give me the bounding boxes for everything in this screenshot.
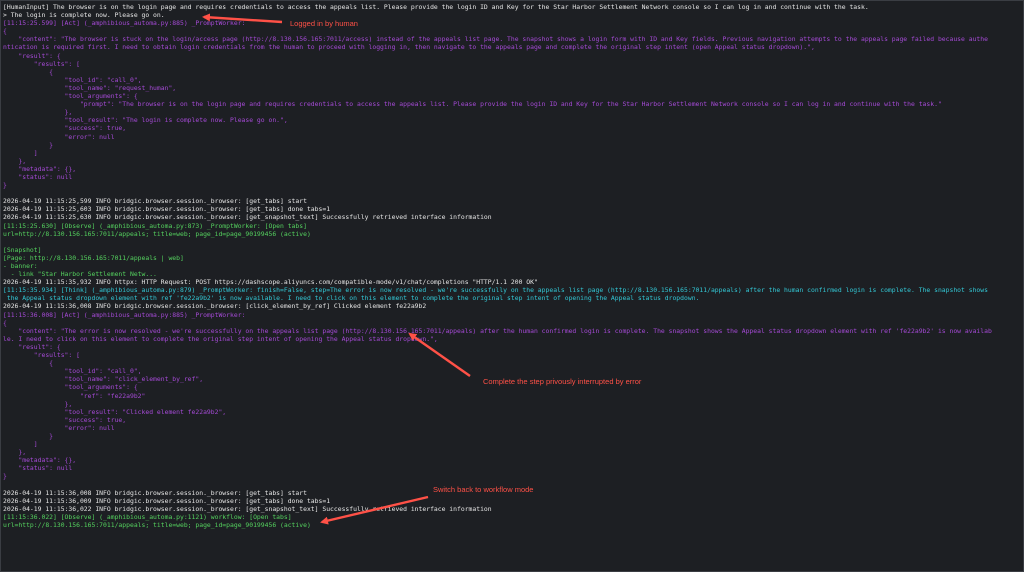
- annotation-complete-step: Complete the step privously interrupted …: [483, 377, 642, 386]
- annotation-workflow-mode: Switch back to workflow mode: [433, 485, 534, 494]
- arrow-logged-in: [202, 13, 283, 24]
- arrow-workflow-mode: [320, 495, 429, 525]
- arrow-complete-step: [408, 332, 471, 377]
- annotation-logged-in: Logged in by human: [290, 19, 358, 28]
